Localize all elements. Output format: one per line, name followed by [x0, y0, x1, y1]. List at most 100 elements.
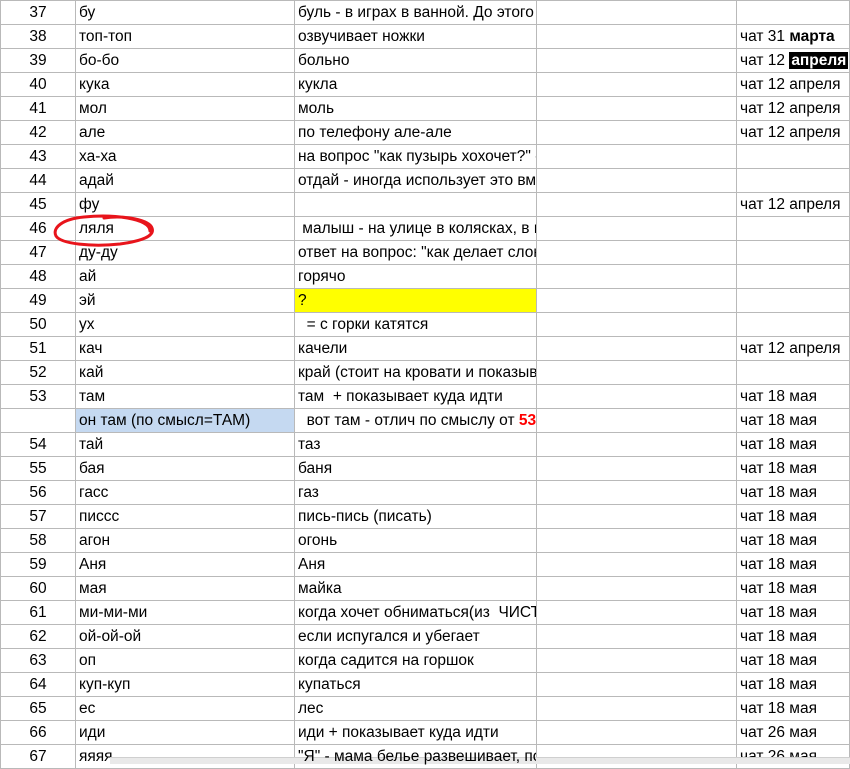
empty-cell[interactable] [537, 169, 737, 193]
meaning-cell[interactable]: край (стоит на кровати и показывает край… [295, 361, 537, 385]
date-cell[interactable] [737, 289, 850, 313]
row-number-cell[interactable]: 58 [1, 529, 76, 553]
date-cell[interactable]: чат 12 апреля [737, 73, 850, 97]
empty-cell[interactable] [537, 553, 737, 577]
meaning-cell[interactable]: озвучивает ножки [295, 25, 537, 49]
meaning-cell[interactable]: больно [295, 49, 537, 73]
empty-cell[interactable] [537, 649, 737, 673]
word-cell[interactable]: иди [76, 721, 295, 745]
row-number-cell[interactable]: 48 [1, 265, 76, 289]
empty-cell[interactable] [537, 49, 737, 73]
word-cell[interactable]: он там (по смысл=ТАМ) [76, 409, 295, 433]
word-cell[interactable]: топ-топ [76, 25, 295, 49]
word-cell[interactable]: оп [76, 649, 295, 673]
empty-cell[interactable] [537, 145, 737, 169]
word-cell[interactable]: кач [76, 337, 295, 361]
date-cell[interactable] [737, 217, 850, 241]
meaning-cell[interactable]: огонь [295, 529, 537, 553]
empty-cell[interactable] [537, 673, 737, 697]
meaning-cell[interactable]: = с горки катятся [295, 313, 537, 337]
empty-cell[interactable] [537, 73, 737, 97]
date-cell[interactable]: чат 18 мая [737, 385, 850, 409]
date-cell[interactable]: чат 18 мая [737, 649, 850, 673]
date-cell[interactable] [737, 265, 850, 289]
empty-cell[interactable] [537, 289, 737, 313]
date-cell[interactable]: чат 18 мая [737, 625, 850, 649]
date-cell[interactable]: чат 18 мая [737, 697, 850, 721]
empty-cell[interactable] [537, 409, 737, 433]
word-cell[interactable]: мая [76, 577, 295, 601]
date-cell[interactable]: чат 18 мая [737, 673, 850, 697]
word-cell[interactable]: гасс [76, 481, 295, 505]
meaning-cell[interactable]: когда хочет обниматься(из ЧИСТ"маму креп… [295, 601, 537, 625]
row-number-cell[interactable]: 41 [1, 97, 76, 121]
date-cell[interactable] [737, 1, 850, 25]
date-cell[interactable]: чат 26 мая [737, 721, 850, 745]
empty-cell[interactable] [537, 361, 737, 385]
date-cell[interactable]: чат 18 мая [737, 553, 850, 577]
word-cell[interactable]: адай [76, 169, 295, 193]
row-number-cell[interactable]: 65 [1, 697, 76, 721]
word-cell[interactable]: ай [76, 265, 295, 289]
word-cell[interactable]: куп-куп [76, 673, 295, 697]
meaning-cell[interactable]: ? [295, 289, 537, 313]
date-cell[interactable] [737, 313, 850, 337]
date-cell[interactable]: чат 12 апреля [737, 121, 850, 145]
meaning-cell[interactable]: когда садится на горшок [295, 649, 537, 673]
date-cell[interactable] [737, 361, 850, 385]
date-cell[interactable]: чат 12 апреля [737, 193, 850, 217]
row-number-cell[interactable]: 51 [1, 337, 76, 361]
row-number-cell[interactable]: 57 [1, 505, 76, 529]
row-number-cell[interactable]: 45 [1, 193, 76, 217]
empty-cell[interactable] [537, 721, 737, 745]
meaning-cell[interactable]: если испугался и убегает [295, 625, 537, 649]
empty-cell[interactable] [537, 385, 737, 409]
word-cell[interactable]: ой-ой-ой [76, 625, 295, 649]
word-cell[interactable]: ха-ха [76, 145, 295, 169]
date-cell[interactable] [737, 241, 850, 265]
meaning-cell[interactable]: по телефону але-але [295, 121, 537, 145]
date-cell[interactable]: чат 12 апреля [737, 337, 850, 361]
row-number-cell[interactable]: 63 [1, 649, 76, 673]
date-cell[interactable]: чат 18 мая [737, 577, 850, 601]
word-cell[interactable]: эй [76, 289, 295, 313]
word-cell[interactable]: ух [76, 313, 295, 337]
word-cell[interactable]: там [76, 385, 295, 409]
meaning-cell[interactable]: баня [295, 457, 537, 481]
date-cell[interactable] [737, 145, 850, 169]
meaning-cell[interactable] [295, 193, 537, 217]
word-cell[interactable]: кай [76, 361, 295, 385]
meaning-cell[interactable]: майка [295, 577, 537, 601]
meaning-cell[interactable]: на вопрос "как пузырь хохочет?" - из ска… [295, 145, 537, 169]
row-number-cell[interactable]: 46 [1, 217, 76, 241]
empty-cell[interactable] [537, 121, 737, 145]
meaning-cell[interactable]: отдай - иногда использует это вместо дай… [295, 169, 537, 193]
word-cell[interactable]: ду-ду [76, 241, 295, 265]
row-number-cell[interactable]: 67 [1, 745, 76, 769]
meaning-cell[interactable]: купаться [295, 673, 537, 697]
date-cell[interactable]: чат 18 мая [737, 457, 850, 481]
meaning-cell[interactable]: буль - в играх в ванной. До этого буль=Б… [295, 1, 537, 25]
row-number-cell[interactable]: 53 [1, 385, 76, 409]
row-number-cell[interactable]: 62 [1, 625, 76, 649]
word-cell[interactable]: тай [76, 433, 295, 457]
row-number-cell[interactable]: 56 [1, 481, 76, 505]
meaning-cell[interactable]: там + показывает куда идти [295, 385, 537, 409]
meaning-cell[interactable]: вот там - отлич по смыслу от 53 ? - НЕТ [295, 409, 537, 433]
empty-cell[interactable] [537, 697, 737, 721]
empty-cell[interactable] [537, 577, 737, 601]
word-cell[interactable]: Аня [76, 553, 295, 577]
row-number-cell[interactable]: 64 [1, 673, 76, 697]
date-cell[interactable]: чат 18 мая [737, 481, 850, 505]
date-cell[interactable]: чат 31 марта [737, 25, 850, 49]
empty-cell[interactable] [537, 217, 737, 241]
row-number-cell[interactable]: 59 [1, 553, 76, 577]
date-cell[interactable]: чат 18 мая [737, 505, 850, 529]
meaning-cell[interactable]: Аня [295, 553, 537, 577]
word-cell[interactable]: мол [76, 97, 295, 121]
date-cell[interactable]: чат 12 апреля [737, 97, 850, 121]
row-number-cell[interactable] [1, 409, 76, 433]
empty-cell[interactable] [537, 337, 737, 361]
empty-cell[interactable] [537, 457, 737, 481]
meaning-cell[interactable]: кукла [295, 73, 537, 97]
